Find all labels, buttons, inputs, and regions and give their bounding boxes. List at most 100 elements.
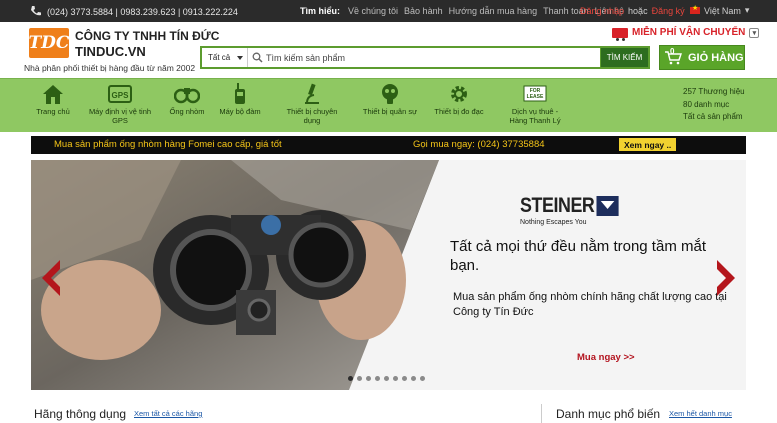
search-button[interactable]: TÌM KIẾM — [600, 48, 648, 67]
logo[interactable]: TDC — [29, 28, 69, 58]
nav-item-binoculars[interactable]: Ống nhòm — [165, 83, 209, 116]
tagline: Nhà phân phối thiết bị hàng đầu từ năm 2… — [24, 63, 196, 73]
logo-text: TDC — [28, 33, 70, 53]
chevron-down-icon: ▾ — [744, 5, 750, 15]
banner-buy-now-link[interactable]: Mua ngay >> — [577, 352, 635, 363]
categories-count-link[interactable]: 80 danh mục — [683, 99, 745, 112]
brand-slogan: Nothing Escapes You — [520, 219, 587, 226]
slide-dot[interactable] — [411, 376, 416, 381]
search-category-value: Tất cả — [208, 53, 231, 62]
brands-see-all-link[interactable]: Xem tất cả các hãng — [134, 409, 202, 418]
slide-dot[interactable] — [357, 376, 362, 381]
brand-name: STEINER — [520, 194, 595, 217]
section-divider — [541, 404, 542, 423]
microscope-icon — [278, 83, 346, 105]
phone-numbers: (024) 3773.5884 | 0983.239.623 | 0913.22… — [30, 5, 238, 19]
nav-stats: 257 Thương hiệu 80 danh mục Tất cả sản p… — [683, 86, 745, 124]
category-nav: Trang chủ GPS Máy định vị vệ tinh GPS Ốn… — [0, 78, 777, 132]
binoculars-icon — [165, 83, 209, 105]
for-lease-icon: FOR LEASE — [503, 83, 567, 105]
radio-icon — [215, 83, 265, 105]
cart-icon: 0 — [664, 47, 682, 65]
chevron-down-icon: ▾ — [749, 27, 760, 38]
link-warranty[interactable]: Bảo hành — [404, 6, 443, 16]
nav-item-gps[interactable]: GPS Máy định vị vệ tinh GPS — [82, 83, 158, 125]
phone-icon — [30, 5, 42, 19]
phone-numbers-text: (024) 3773.5884 | 0983.239.623 | 0913.22… — [47, 7, 238, 17]
nav-label-gps: Máy định vị vệ tinh GPS — [88, 107, 152, 125]
brands-heading: Hãng thông dụng — [34, 407, 127, 421]
info-links: Tìm hiểu: Về chúng tôi Bảo hành Hướng dẫ… — [300, 6, 624, 16]
gear-icon — [428, 83, 490, 105]
nav-label-binoculars: Ống nhòm — [169, 107, 205, 116]
cart-count: 0 — [670, 46, 675, 56]
top-bar: (024) 3773.5884 | 0983.239.623 | 0913.22… — [0, 0, 777, 22]
truck-icon — [612, 27, 628, 41]
register-link[interactable]: Đăng ký — [652, 6, 685, 16]
caret-down-icon — [237, 55, 243, 60]
cart-button[interactable]: 0 GIỎ HÀNG — [659, 45, 745, 70]
site-name: TINDUC.VN — [75, 44, 146, 59]
prev-slide-arrow-icon[interactable] — [40, 260, 62, 296]
nav-label-military: Thiết bị quân sự — [362, 107, 418, 116]
steiner-logo: STEINER Nothing Escapes You — [520, 194, 636, 226]
cart-label: GIỎ HÀNG — [688, 51, 744, 64]
promo-see-now-button[interactable]: Xem ngay .. — [619, 138, 677, 151]
nav-label-home: Trang chủ — [36, 107, 70, 116]
nav-label-radio: Máy bộ đàm — [219, 107, 261, 116]
slide-dots — [348, 376, 425, 381]
promo-text: Mua sản phẩm ống nhòm hàng Fomei cao cấp… — [54, 139, 282, 150]
nav-item-radio[interactable]: Máy bộ đàm — [215, 83, 265, 116]
free-shipping-label: MIỄN PHÍ VẬN CHUYỂN — [632, 27, 746, 38]
free-shipping[interactable]: MIỄN PHÍ VẬN CHUYỂN ▾ — [612, 27, 760, 41]
gas-mask-icon — [358, 83, 422, 105]
link-about[interactable]: Về chúng tôi — [348, 6, 398, 16]
nav-item-measuring[interactable]: Thiết bị đo đạc — [428, 83, 490, 116]
brands-count-link[interactable]: 257 Thương hiệu — [683, 86, 745, 99]
slide-dot[interactable] — [384, 376, 389, 381]
auth-links: Đăng nhập hoặc Đăng ký — [580, 6, 685, 16]
header: TDC CÔNG TY TNHH TÍN ĐỨC TINDUC.VN Nhà p… — [0, 22, 777, 78]
all-products-link[interactable]: Tất cả sản phẩm — [683, 111, 745, 124]
next-slide-arrow-icon[interactable] — [715, 260, 737, 296]
or-text: hoặc — [628, 6, 648, 16]
nav-label-specialized: Thiết bị chuyên dụng — [286, 107, 338, 125]
company-name: CÔNG TY TNHH TÍN ĐỨC — [75, 29, 220, 43]
nav-item-specialized[interactable]: Thiết bị chuyên dụng — [278, 83, 346, 125]
slide-dot[interactable] — [366, 376, 371, 381]
banner-subtext: Mua sản phẩm ống nhòm chính hãng chất lư… — [453, 291, 727, 318]
slide-dot[interactable] — [348, 376, 353, 381]
slide-dot[interactable] — [375, 376, 380, 381]
nav-item-military[interactable]: Thiết bị quân sự — [358, 83, 422, 116]
nav-label-measuring: Thiết bị đo đạc — [434, 107, 484, 116]
slide-dot[interactable] — [420, 376, 425, 381]
info-links-label: Tìm hiểu: — [300, 6, 340, 16]
svg-text:GPS: GPS — [112, 91, 130, 100]
categories-heading: Danh mục phổ biến — [556, 407, 661, 421]
promo-call: Gọi mua ngay: (024) 37735884 — [413, 139, 545, 150]
search-input[interactable] — [266, 48, 600, 67]
home-icon — [33, 83, 73, 105]
svg-text:LEASE: LEASE — [527, 94, 544, 100]
vietnam-flag-icon — [690, 4, 700, 14]
nav-item-home[interactable]: Trang chủ — [33, 83, 73, 116]
search-category-select[interactable]: Tất cả — [202, 48, 248, 67]
nav-item-lease[interactable]: FOR LEASE Dịch vụ thuê - Hàng Thanh Lý — [503, 83, 567, 125]
categories-see-all-link[interactable]: Xem hết danh mục — [669, 409, 732, 418]
slide-dot[interactable] — [393, 376, 398, 381]
language-selector[interactable]: Việt Nam ▾ — [690, 4, 750, 16]
login-link[interactable]: Đăng nhập — [580, 6, 624, 16]
gps-icon: GPS — [82, 83, 158, 105]
banner-headline: Tất cả mọi thứ đều nằm trong tầm mắt bạn… — [450, 238, 706, 274]
binoculars-photo — [31, 160, 439, 390]
nav-label-lease: Dịch vụ thuê - Hàng Thanh Lý — [509, 107, 561, 125]
search-icon — [248, 48, 266, 67]
slide-dot[interactable] — [402, 376, 407, 381]
promo-bar: Mua sản phẩm ống nhòm hàng Fomei cao cấp… — [31, 136, 746, 154]
steiner-mark-icon — [596, 196, 619, 216]
bottom-section: Hãng thông dụng Xem tất cả các hãng Danh… — [0, 392, 777, 423]
hero-banner[interactable]: STEINER Nothing Escapes You Tất cả mọi t… — [31, 160, 746, 390]
search-bar: Tất cả TÌM KIẾM — [200, 46, 650, 69]
language-label: Việt Nam — [704, 5, 741, 16]
link-buying-guide[interactable]: Hướng dẫn mua hàng — [449, 6, 537, 16]
